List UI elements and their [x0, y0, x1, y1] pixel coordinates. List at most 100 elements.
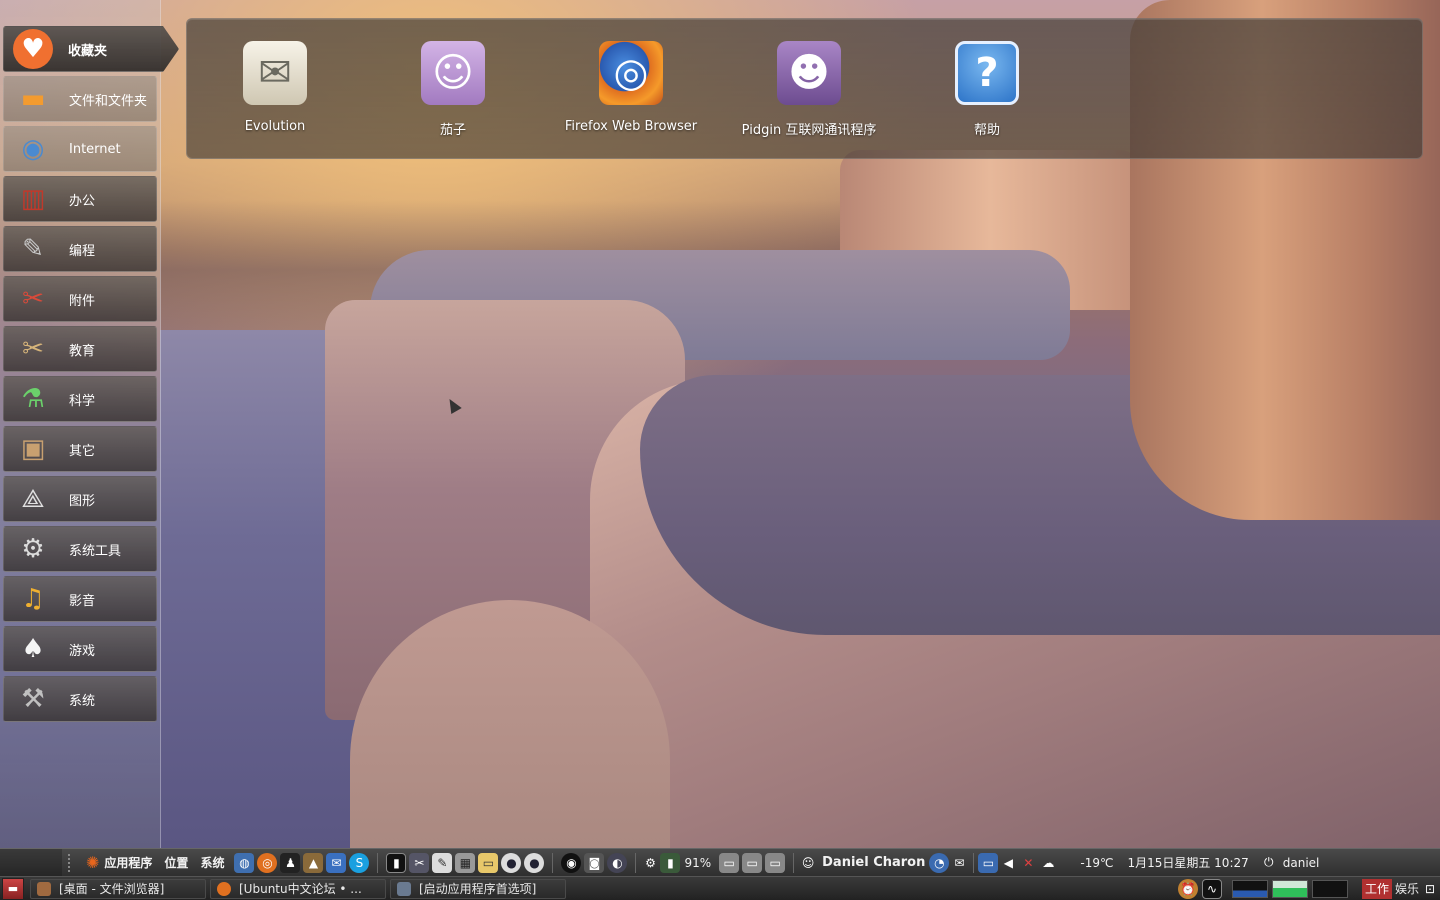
trash-icon[interactable]: ⊡ — [1422, 879, 1438, 899]
alarm-icon[interactable]: ⏰ — [1177, 878, 1198, 899]
system-monitor-icon[interactable]: ∿ — [1201, 878, 1222, 899]
workspace-play[interactable]: 娱乐 — [1392, 879, 1422, 899]
ruler-scissors-icon: ✂ — [22, 334, 44, 364]
clock[interactable]: 1月15日星期五 10:27 — [1123, 854, 1252, 871]
app-evolution[interactable]: ✉ Evolution — [190, 41, 360, 141]
task-label: [启动应用程序首选项] — [419, 882, 537, 896]
places-menu[interactable]: 位置 — [158, 849, 194, 877]
network-graph[interactable] — [1311, 879, 1348, 898]
menu-label: 系统 — [200, 856, 225, 870]
applications-menu[interactable]: ✺ 应用程序 — [80, 849, 158, 877]
category-programming[interactable]: ✎ 编程 — [3, 226, 157, 272]
app-firefox[interactable]: ◎ Firefox Web Browser — [546, 41, 716, 141]
task-label: [桌面 - 文件浏览器] — [59, 882, 165, 896]
power-icon[interactable]: ⏻ — [1259, 853, 1279, 873]
music-icon: ♫ — [21, 584, 45, 614]
launcher-group-3: ◉ ◙ ◐ — [557, 852, 631, 873]
category-education[interactable]: ✂ 教育 — [3, 326, 157, 372]
record-icon[interactable]: ◉ — [561, 852, 582, 873]
skype-icon[interactable]: S — [349, 852, 370, 873]
drive-icon-3[interactable]: ▭ — [765, 852, 786, 873]
category-other[interactable]: ▣ 其它 — [3, 426, 157, 472]
vlc-icon[interactable]: ▲ — [303, 852, 324, 873]
task-firefox[interactable]: [Ubuntu中文论坛 • ... — [210, 878, 386, 899]
heart-icon: ♥ — [13, 29, 53, 69]
category-multimedia[interactable]: ♫ 影音 — [3, 576, 157, 622]
category-label: 收藏夹 — [68, 43, 108, 59]
category-internet[interactable]: ◉ Internet — [3, 126, 157, 172]
settings-icon[interactable]: ⚙ — [640, 853, 660, 873]
compass-icon: ⟁ — [21, 484, 45, 514]
temperature[interactable]: -19℃ — [1076, 856, 1117, 870]
category-favorites[interactable]: ♥ 收藏夹 — [3, 26, 179, 72]
category-system[interactable]: ⚒ 系统 — [3, 676, 157, 722]
app-help[interactable]: ? 帮助 — [902, 41, 1072, 141]
drive-icon-2[interactable]: ▭ — [742, 852, 763, 873]
eyes-icon[interactable]: ● — [501, 852, 522, 873]
app-name: 帮助 — [973, 123, 1000, 138]
firefox-icon: ◎ — [599, 41, 663, 105]
speaker-icon[interactable]: ◙ — [584, 852, 605, 873]
category-science[interactable]: ⚗ 科学 — [3, 376, 157, 422]
eyes-icon-2[interactable]: ● — [524, 852, 545, 873]
category-sidebar: ♥ 收藏夹 ▬ 文件和文件夹 ◉ Internet ▥ 办公 ✎ 编程 ✂ 附件… — [0, 0, 179, 848]
category-label: 系统 — [69, 693, 96, 709]
separator — [635, 852, 637, 873]
swiss-knife-icon: ✂ — [22, 284, 44, 314]
category-label: 附件 — [69, 293, 96, 309]
category-label: 图形 — [69, 493, 96, 509]
category-label: 系统工具 — [69, 543, 122, 559]
menu-label: 位置 — [164, 856, 189, 870]
task-startup-prefs[interactable]: [启动应用程序首选项] — [390, 878, 566, 899]
calculator-icon[interactable]: ▦ — [455, 852, 476, 873]
category-label: Internet — [69, 141, 121, 157]
memory-graph[interactable] — [1271, 879, 1308, 898]
weather-icon[interactable]: ☁ — [1038, 853, 1058, 873]
app-pidgin[interactable]: ☻ Pidgin 互联网通讯程序 — [724, 41, 894, 141]
network-icon[interactable]: ◍ — [234, 852, 255, 873]
username[interactable]: daniel — [1279, 856, 1324, 870]
globe-icon: ◉ — [21, 134, 45, 164]
network-status-icon[interactable]: ✕ — [1018, 853, 1038, 873]
panel-handle[interactable] — [68, 853, 74, 872]
workspace-work[interactable]: 工作 — [1361, 878, 1392, 899]
category-label: 文件和文件夹 — [69, 93, 148, 109]
screenshot-icon[interactable]: ✂ — [409, 852, 430, 873]
workspace-label: 工作 — [1364, 882, 1389, 896]
preferences-icon — [397, 881, 411, 896]
category-system-tools[interactable]: ⚙ 系统工具 — [3, 526, 157, 572]
category-accessories[interactable]: ✂ 附件 — [3, 276, 157, 322]
trowel-icon: ✎ — [22, 234, 44, 264]
drive-group: ▭ ▭ ▭ — [715, 852, 789, 873]
category-files-folders[interactable]: ▬ 文件和文件夹 — [3, 76, 157, 122]
app-cheese[interactable]: ☺ 茄子 — [368, 41, 538, 141]
firefox-launcher-icon[interactable]: ◎ — [257, 852, 278, 873]
mail-icon: ✉ — [243, 41, 307, 105]
category-games[interactable]: ♠ 游戏 — [3, 626, 157, 672]
file-manager-icon[interactable]: ▭ — [478, 852, 499, 873]
category-office[interactable]: ▥ 办公 — [3, 176, 157, 222]
user-fullname[interactable]: Daniel Charon — [818, 855, 929, 870]
globe-small-icon[interactable]: ◐ — [607, 852, 628, 873]
qq-icon[interactable]: ♟ — [280, 852, 301, 873]
drive-icon[interactable]: ▭ — [719, 852, 740, 873]
separator — [793, 852, 795, 873]
battery-icon[interactable]: ▮ — [660, 852, 681, 873]
terminal-icon[interactable]: ▮ — [386, 852, 407, 873]
show-desktop-icon[interactable]: ▬ — [2, 877, 24, 900]
task-file-browser[interactable]: [桌面 - 文件浏览器] — [30, 878, 206, 899]
category-graphics[interactable]: ⟁ 图形 — [3, 476, 157, 522]
app-name: Evolution — [244, 119, 306, 134]
text-editor-icon[interactable]: ✎ — [432, 852, 453, 873]
help-icon: ? — [955, 41, 1019, 105]
cpu-graph[interactable] — [1231, 879, 1268, 898]
mail-icon[interactable]: ✉ — [949, 853, 969, 873]
status-icon[interactable]: ◔ — [929, 852, 950, 873]
binders-icon: ▥ — [20, 184, 46, 214]
webcam-icon: ☺ — [421, 41, 485, 105]
system-menu[interactable]: 系统 — [194, 849, 230, 877]
thunderbird-icon[interactable]: ✉ — [326, 852, 347, 873]
volume-icon[interactable]: ◀ — [998, 853, 1018, 873]
display-icon[interactable]: ▭ — [978, 852, 999, 873]
app-name: 茄子 — [439, 123, 466, 138]
